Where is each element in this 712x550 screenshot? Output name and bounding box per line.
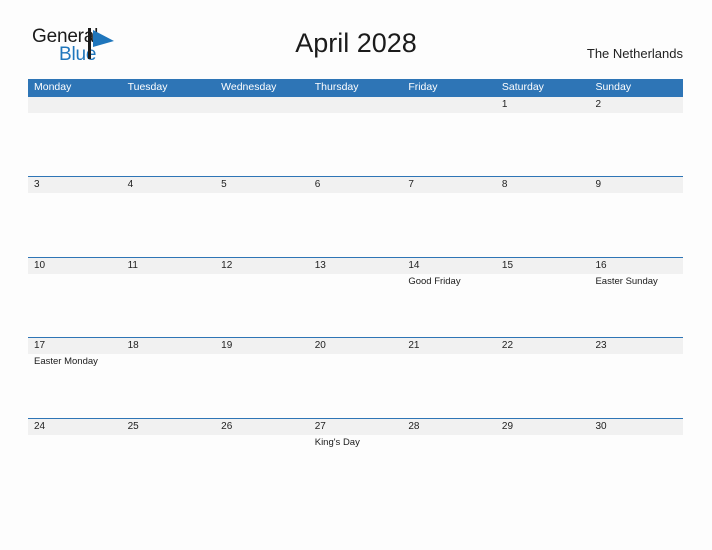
day-events xyxy=(496,193,590,255)
day-events xyxy=(496,435,590,497)
day-events xyxy=(122,435,216,497)
day-events xyxy=(309,193,403,255)
day-events xyxy=(496,354,590,416)
calendar-week-row: 24 25 26 27 28 29 30 King's Day xyxy=(28,417,683,498)
week-event-band xyxy=(28,113,683,175)
day-events xyxy=(122,274,216,336)
day-number[interactable]: 6 xyxy=(309,177,403,193)
calendar-grid: Monday Tuesday Wednesday Thursday Friday… xyxy=(28,79,683,498)
day-events xyxy=(215,354,309,416)
day-number[interactable]: 10 xyxy=(28,258,122,274)
week-date-band: 3 4 5 6 7 8 9 xyxy=(28,177,683,194)
day-number[interactable]: 13 xyxy=(309,258,403,274)
day-number[interactable]: 23 xyxy=(589,338,683,354)
day-number[interactable]: 2 xyxy=(589,97,683,113)
week-date-band: 1 2 xyxy=(28,97,683,113)
weekday-header-row: Monday Tuesday Wednesday Thursday Friday… xyxy=(28,79,683,96)
week-event-band xyxy=(28,193,683,255)
week-date-band: 17 18 19 20 21 22 23 xyxy=(28,338,683,355)
day-number[interactable]: 11 xyxy=(122,258,216,274)
weekday-header-saturday: Saturday xyxy=(501,81,544,93)
day-events: King's Day xyxy=(314,436,360,448)
day-events xyxy=(215,113,309,175)
day-events xyxy=(215,193,309,255)
day-number[interactable]: 19 xyxy=(215,338,309,354)
day-number[interactable]: 26 xyxy=(215,419,309,435)
day-number[interactable]: 9 xyxy=(589,177,683,193)
week-event-band: Good Friday Easter Sunday xyxy=(28,274,683,336)
day-number[interactable]: 17 xyxy=(28,338,122,354)
day-number[interactable]: 15 xyxy=(496,258,590,274)
week-event-band: Easter Monday xyxy=(28,354,683,416)
weekday-header-tuesday: Tuesday xyxy=(127,81,168,93)
day-events xyxy=(215,274,309,336)
day-events: Easter Monday xyxy=(34,356,98,368)
calendar-week-row: 3 4 5 6 7 8 9 xyxy=(28,176,683,256)
day-events xyxy=(28,274,122,336)
day-events xyxy=(496,113,590,175)
day-events xyxy=(122,354,216,416)
day-events xyxy=(402,435,496,497)
day-number[interactable] xyxy=(122,97,216,113)
day-number[interactable]: 28 xyxy=(402,419,496,435)
day-events xyxy=(215,435,309,497)
calendar-week-row: 17 18 19 20 21 22 23 Easter Monday xyxy=(28,337,683,417)
day-events xyxy=(309,113,403,175)
week-event-band: King's Day xyxy=(28,435,683,497)
page-header: General Blue April 2028 The Netherlands xyxy=(0,0,712,78)
day-events xyxy=(589,435,683,497)
day-events xyxy=(402,113,496,175)
weekday-header-friday: Friday xyxy=(408,81,438,93)
day-events xyxy=(28,435,122,497)
day-number[interactable]: 8 xyxy=(496,177,590,193)
day-events xyxy=(122,193,216,255)
weekday-header-wednesday: Wednesday xyxy=(221,81,277,93)
calendar-region-label: The Netherlands xyxy=(586,46,683,61)
weekday-header-thursday: Thursday xyxy=(314,81,359,93)
calendar-week-row: 10 11 12 13 14 15 16 Good Friday Easter … xyxy=(28,256,683,337)
week-date-band: 10 11 12 13 14 15 16 xyxy=(28,257,683,274)
weekday-header-monday: Monday xyxy=(34,81,72,93)
day-number[interactable] xyxy=(215,97,309,113)
day-number[interactable]: 21 xyxy=(402,338,496,354)
day-events: Good Friday xyxy=(408,275,461,287)
day-events xyxy=(309,354,403,416)
day-number[interactable]: 25 xyxy=(122,419,216,435)
day-number[interactable]: 14 xyxy=(402,258,496,274)
day-events xyxy=(309,274,403,336)
day-number[interactable]: 20 xyxy=(309,338,403,354)
day-number[interactable]: 4 xyxy=(122,177,216,193)
day-number[interactable]: 3 xyxy=(28,177,122,193)
day-number[interactable]: 16 xyxy=(589,258,683,274)
day-events xyxy=(28,193,122,255)
day-events xyxy=(496,274,590,336)
day-number[interactable]: 29 xyxy=(496,419,590,435)
day-events xyxy=(589,193,683,255)
day-number[interactable]: 24 xyxy=(28,419,122,435)
week-date-band: 24 25 26 27 28 29 30 xyxy=(28,418,683,435)
day-number[interactable]: 1 xyxy=(496,97,590,113)
day-number[interactable]: 7 xyxy=(402,177,496,193)
day-number[interactable]: 5 xyxy=(215,177,309,193)
day-events xyxy=(589,113,683,175)
day-events xyxy=(402,193,496,255)
weekday-header-sunday: Sunday xyxy=(595,81,632,93)
day-number[interactable] xyxy=(402,97,496,113)
day-number[interactable]: 27 xyxy=(309,419,403,435)
day-events xyxy=(122,113,216,175)
day-events xyxy=(402,354,496,416)
calendar-week-row: 1 2 xyxy=(28,96,683,176)
day-number[interactable]: 30 xyxy=(589,419,683,435)
day-events xyxy=(589,354,683,416)
day-number[interactable] xyxy=(28,97,122,113)
day-number[interactable]: 22 xyxy=(496,338,590,354)
day-number[interactable]: 12 xyxy=(215,258,309,274)
day-number[interactable] xyxy=(309,97,403,113)
day-events xyxy=(28,113,122,175)
day-number[interactable]: 18 xyxy=(122,338,216,354)
day-events: Easter Sunday xyxy=(595,275,658,287)
